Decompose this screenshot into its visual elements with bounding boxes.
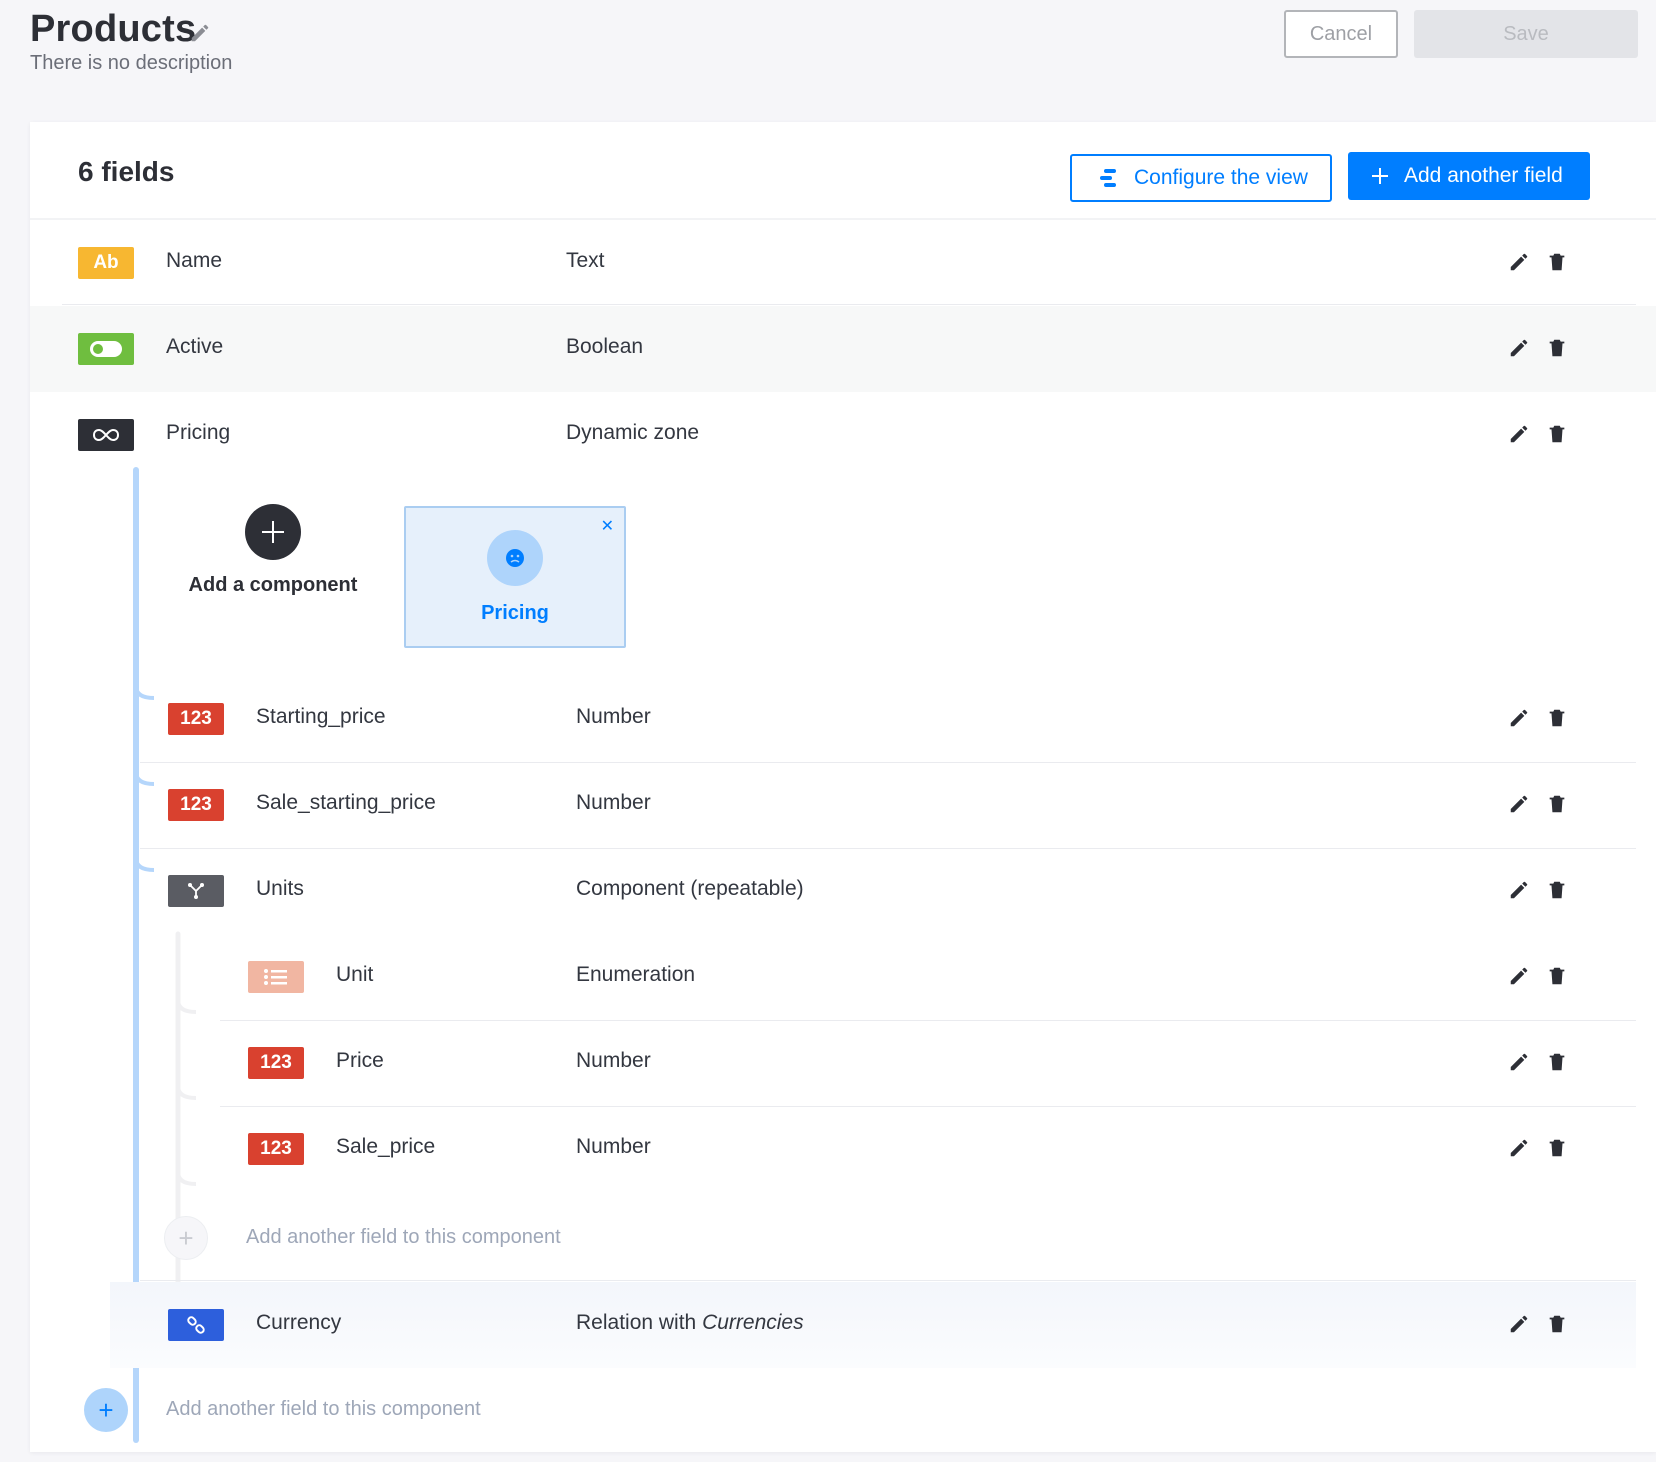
number-type-badge: 123 [248, 1133, 304, 1165]
field-name: Pricing [166, 421, 231, 444]
divider [140, 1280, 1636, 1281]
cancel-button[interactable]: Cancel [1284, 10, 1398, 58]
add-another-field-button[interactable]: Add another field [1348, 152, 1590, 200]
text-type-badge: Ab [78, 247, 134, 279]
fields-card: 6 fields Configure the view Add another … [30, 122, 1656, 1452]
plus-icon [1372, 168, 1388, 184]
page-title: Products [30, 8, 197, 50]
trash-icon[interactable] [1546, 251, 1568, 273]
trash-icon[interactable] [1546, 1313, 1568, 1335]
trash-icon[interactable] [1546, 879, 1568, 901]
field-name: Price [336, 1049, 384, 1072]
trash-icon[interactable] [1546, 337, 1568, 359]
field-row-currency[interactable]: Currency Relation with Currencies [110, 1282, 1636, 1368]
page-description: There is no description [30, 52, 233, 74]
component-emoji-icon [487, 530, 543, 586]
edit-icon[interactable] [1508, 965, 1530, 987]
trash-icon[interactable] [1546, 423, 1568, 445]
fields-count: 6 fields [78, 156, 175, 187]
trash-icon[interactable] [1546, 965, 1568, 987]
add-field-to-units-button[interactable]: + [164, 1216, 208, 1260]
field-name: Name [166, 249, 223, 272]
add-field-to-units-link[interactable]: Add another field to this component [246, 1226, 561, 1249]
add-field-to-pricing-button[interactable]: + [84, 1388, 128, 1432]
pencil-icon[interactable] [189, 22, 211, 44]
field-type: Component (repeatable) [576, 877, 804, 900]
configure-view-button[interactable]: Configure the view [1070, 154, 1332, 202]
infinity-icon [92, 428, 120, 442]
add-field-to-pricing-link[interactable]: Add another field to this component [166, 1398, 481, 1421]
add-component-button[interactable]: Add a component [178, 504, 368, 614]
trash-icon[interactable] [1546, 1051, 1568, 1073]
trash-icon[interactable] [1546, 1137, 1568, 1159]
field-name: Sale_price [336, 1135, 436, 1158]
component-type-badge [168, 875, 224, 907]
field-name: Active [166, 335, 224, 358]
field-row-sale-starting-price[interactable]: 123 Sale_starting_price Number [140, 762, 1636, 848]
layout-icon [1100, 169, 1116, 187]
field-type: Boolean [566, 335, 644, 358]
edit-icon[interactable] [1508, 337, 1530, 359]
field-name: Starting_price [256, 705, 386, 728]
field-type: Number [576, 1135, 651, 1158]
toggle-icon [90, 341, 122, 357]
field-row-name[interactable]: Ab Name Text [30, 220, 1656, 306]
component-card-pricing[interactable]: ✕ Pricing [404, 506, 626, 648]
field-type: Number [576, 705, 651, 728]
field-row-sale-price[interactable]: 123 Sale_price Number [220, 1106, 1636, 1192]
component-card-label: Pricing [481, 602, 549, 624]
relation-prefix: Relation with [576, 1311, 703, 1334]
trash-icon[interactable] [1546, 793, 1568, 815]
field-type: Text [566, 249, 605, 272]
edit-icon[interactable] [1508, 1137, 1530, 1159]
edit-icon[interactable] [1508, 251, 1530, 273]
field-name: Units [256, 877, 304, 900]
trash-icon[interactable] [1546, 707, 1568, 729]
configure-view-label: Configure the view [1134, 166, 1308, 189]
field-row-unit[interactable]: Unit Enumeration [220, 934, 1636, 1020]
number-type-badge: 123 [168, 703, 224, 735]
plus-circle-icon [245, 504, 301, 560]
field-row-active[interactable]: Active Boolean [30, 306, 1656, 392]
field-type: Relation with Currencies [576, 1311, 804, 1335]
add-component-label: Add a component [188, 574, 358, 596]
close-icon[interactable]: ✕ [601, 516, 614, 536]
divider [62, 304, 1636, 305]
field-row-pricing[interactable]: Pricing Dynamic zone [30, 392, 1656, 478]
relation-type-badge [168, 1309, 224, 1341]
field-type: Enumeration [576, 963, 696, 986]
field-name: Unit [336, 963, 374, 986]
field-name: Sale_starting_price [256, 791, 436, 814]
edit-icon[interactable] [1508, 879, 1530, 901]
list-icon [264, 969, 287, 985]
field-type: Dynamic zone [566, 421, 700, 444]
field-row-units[interactable]: Units Component (repeatable) [140, 848, 1636, 934]
boolean-type-badge [78, 333, 134, 365]
edit-icon[interactable] [1508, 793, 1530, 815]
enumeration-type-badge [248, 961, 304, 993]
edit-icon[interactable] [1508, 1313, 1530, 1335]
field-name: Currency [256, 1311, 342, 1334]
number-type-badge: 123 [168, 789, 224, 821]
field-row-starting-price[interactable]: 123 Starting_price Number [140, 676, 1636, 762]
add-another-field-label: Add another field [1404, 164, 1563, 187]
relation-target: Currencies [702, 1311, 804, 1334]
edit-icon[interactable] [1508, 423, 1530, 445]
field-type: Number [576, 791, 651, 814]
field-row-price[interactable]: 123 Price Number [220, 1020, 1636, 1106]
number-type-badge: 123 [248, 1047, 304, 1079]
dynamic-zone-type-badge [78, 419, 134, 451]
edit-icon[interactable] [1508, 1051, 1530, 1073]
save-button[interactable]: Save [1414, 10, 1638, 58]
edit-icon[interactable] [1508, 707, 1530, 729]
field-type: Number [576, 1049, 651, 1072]
component-icon [188, 883, 204, 899]
link-icon [187, 1316, 205, 1334]
